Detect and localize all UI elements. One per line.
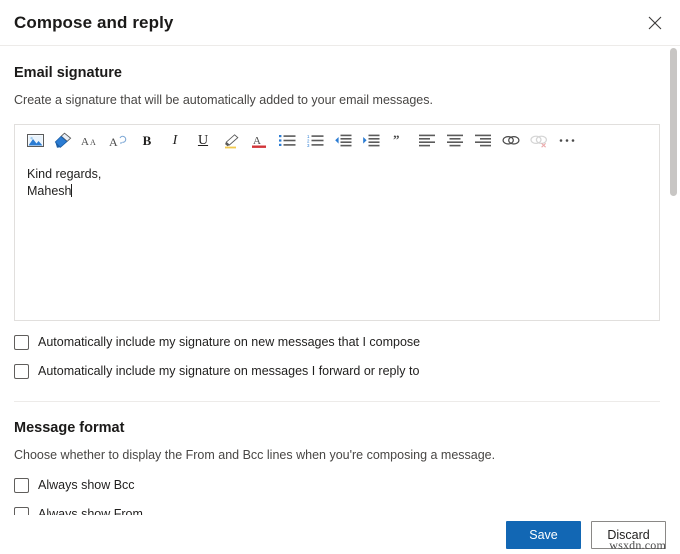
numbered-list-icon[interactable]: 1 2 3 (301, 128, 329, 154)
align-right-icon[interactable] (469, 128, 497, 154)
remove-link-icon[interactable] (525, 128, 553, 154)
dialog-footer: Save Discard (0, 515, 680, 554)
dialog-body: Email signature Create a signature that … (0, 47, 680, 515)
align-left-icon[interactable] (413, 128, 441, 154)
editor-toolbar: A A A B I U (15, 125, 659, 156)
checkbox-box[interactable] (14, 335, 29, 350)
svg-text:A: A (109, 135, 118, 148)
text-caret (71, 184, 72, 197)
italic-icon[interactable]: I (161, 128, 189, 154)
bulleted-list-icon[interactable] (273, 128, 301, 154)
svg-text:3: 3 (307, 143, 310, 147)
discard-button[interactable]: Discard (591, 521, 666, 549)
checkbox-box[interactable] (14, 478, 29, 493)
font-color-icon[interactable]: A (245, 128, 273, 154)
checkbox-label: Always show Bcc (38, 477, 135, 493)
checkbox-always-show-bcc[interactable]: Always show Bcc (14, 477, 666, 493)
signature-text-area[interactable]: Kind regards, Mahesh (15, 156, 659, 306)
decrease-indent-icon[interactable] (329, 128, 357, 154)
format-painter-icon[interactable] (49, 128, 77, 154)
increase-indent-icon[interactable] (357, 128, 385, 154)
svg-text:A: A (81, 136, 89, 148)
clear-formatting-icon[interactable]: A (105, 128, 133, 154)
svg-text:A: A (90, 138, 96, 147)
highlight-icon[interactable] (217, 128, 245, 154)
checkbox-label: Automatically include my signature on ne… (38, 334, 420, 350)
underline-icon[interactable]: U (189, 128, 217, 154)
checkbox-always-show-from[interactable]: Always show From (14, 506, 666, 515)
insert-picture-icon[interactable] (21, 128, 49, 154)
signature-line-1: Kind regards, (27, 166, 647, 183)
more-options-icon[interactable] (553, 128, 581, 154)
svg-text:”: ” (393, 134, 400, 147)
signature-editor: A A A B I U (14, 124, 660, 321)
scrollbar-thumb[interactable] (670, 48, 677, 196)
signature-line-2: Mahesh (27, 184, 71, 198)
close-button[interactable] (638, 6, 672, 40)
quote-icon[interactable]: ” (385, 128, 413, 154)
message-format-description: Choose whether to display the From and B… (14, 447, 666, 464)
checkbox-auto-include-reply[interactable]: Automatically include my signature on me… (14, 363, 666, 379)
checkbox-box[interactable] (14, 507, 29, 516)
save-button[interactable]: Save (506, 521, 581, 549)
email-signature-description: Create a signature that will be automati… (14, 92, 666, 109)
svg-text:A: A (253, 135, 261, 147)
checkbox-auto-include-new[interactable]: Automatically include my signature on ne… (14, 334, 666, 350)
checkbox-label: Always show From (38, 506, 143, 515)
insert-link-icon[interactable] (497, 128, 525, 154)
align-center-icon[interactable] (441, 128, 469, 154)
email-signature-heading: Email signature (14, 63, 666, 83)
page-title: Compose and reply (14, 13, 173, 33)
bold-icon[interactable]: B (133, 128, 161, 154)
dialog-header: Compose and reply (0, 0, 680, 46)
section-divider (14, 401, 660, 402)
font-size-icon[interactable]: A A (77, 128, 105, 154)
message-format-heading: Message format (14, 418, 666, 438)
signature-line-2-wrap: Mahesh (27, 183, 647, 200)
checkbox-label: Automatically include my signature on me… (38, 363, 419, 379)
checkbox-box[interactable] (14, 364, 29, 379)
close-icon (648, 16, 662, 30)
vertical-scrollbar[interactable] (670, 47, 678, 515)
